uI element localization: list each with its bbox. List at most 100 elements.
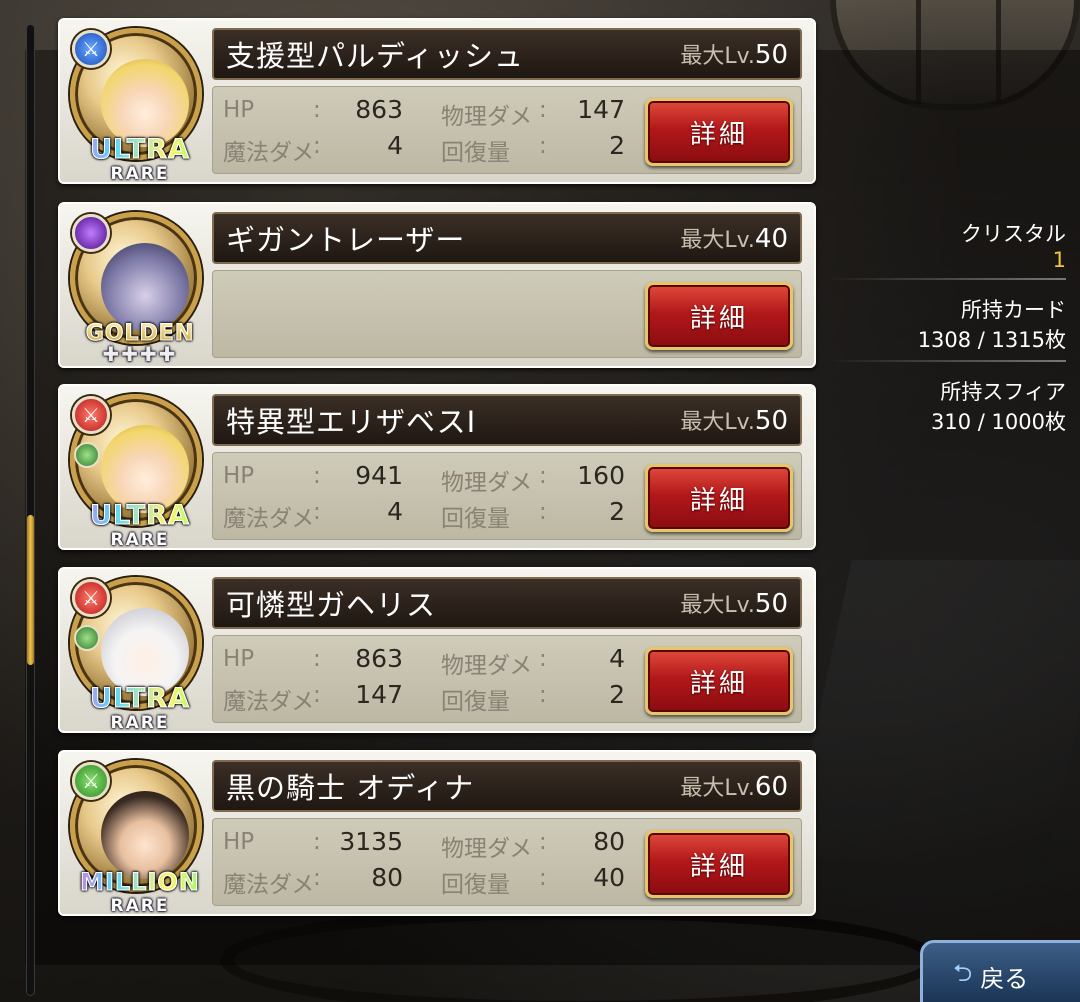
detail-button[interactable]: 詳細 bbox=[645, 647, 793, 715]
scrollbar-thumb[interactable] bbox=[27, 515, 34, 665]
max-level-prefix: 最大Lv. bbox=[680, 593, 755, 618]
card-portrait[interactable]: ⚔ ULTRA RARE bbox=[66, 390, 214, 550]
card-portrait[interactable]: ⚔ MILLION RARE bbox=[66, 756, 214, 916]
attribute-icon: ⚔ bbox=[72, 762, 110, 800]
phys-damage-value: 4 bbox=[609, 644, 625, 673]
back-button[interactable]: ⮌ 戻る bbox=[920, 940, 1080, 1002]
heal-value: 2 bbox=[609, 131, 625, 160]
attribute-orb-icon bbox=[72, 214, 110, 252]
detail-button[interactable]: 詳細 bbox=[645, 98, 793, 166]
skill-type-icon bbox=[74, 442, 100, 468]
magic-damage-label: 魔法ダメ bbox=[223, 140, 315, 166]
magic-damage-value: 4 bbox=[387, 131, 403, 160]
heal-label: 回復量 bbox=[441, 872, 510, 898]
magic-damage-value: 80 bbox=[371, 863, 403, 892]
card-portrait[interactable]: GOLDEN ✚✚✚✚ bbox=[66, 208, 214, 366]
rarity-sub-label: RARE bbox=[110, 164, 170, 184]
max-level-prefix: 最大Lv. bbox=[680, 228, 755, 253]
magic-damage-label: 魔法ダメ bbox=[223, 689, 315, 715]
rarity-badge: ULTRA bbox=[60, 135, 220, 164]
heal-colon: : bbox=[539, 682, 547, 708]
card-portrait[interactable]: ⚔ ULTRA RARE bbox=[66, 24, 214, 184]
card-item: ⚔ MILLION RARE 黒の騎士 オディナ 最大Lv.60 HP : 31… bbox=[58, 750, 816, 916]
skill-type-icon bbox=[74, 625, 100, 651]
hp-colon: : bbox=[313, 97, 321, 123]
rarity-badge: MILLION bbox=[60, 868, 220, 897]
magic-damage-label: 魔法ダメ bbox=[223, 872, 315, 898]
rarity-badge: ULTRA bbox=[60, 501, 220, 530]
magic-colon: : bbox=[313, 865, 321, 891]
attribute-icon: ⚔ bbox=[72, 579, 110, 617]
card-portrait[interactable]: ⚔ ULTRA RARE bbox=[66, 573, 214, 733]
magic-damage-label: 魔法ダメ bbox=[223, 506, 315, 532]
magic-damage-value: 147 bbox=[355, 680, 403, 709]
max-level-prefix: 最大Lv. bbox=[680, 776, 755, 801]
card-name-bar: 支援型パルディッシュ 最大Lv.50 bbox=[212, 28, 802, 80]
hp-colon: : bbox=[313, 829, 321, 855]
magic-colon: : bbox=[313, 682, 321, 708]
rarity-sub-label: RARE bbox=[110, 896, 170, 916]
rarity-sub-label: ✚✚✚✚ bbox=[102, 342, 178, 366]
hp-colon: : bbox=[313, 463, 321, 489]
phys-damage-value: 160 bbox=[577, 461, 625, 490]
heal-label: 回復量 bbox=[441, 140, 510, 166]
phys-colon: : bbox=[539, 646, 547, 672]
heal-colon: : bbox=[539, 865, 547, 891]
scrollbar[interactable] bbox=[26, 24, 35, 996]
hp-label: HP bbox=[223, 646, 255, 672]
card-name: 可憐型ガヘリス bbox=[226, 588, 437, 622]
phys-colon: : bbox=[539, 829, 547, 855]
owned-cards-value: 1308 / 1315枚 bbox=[917, 328, 1066, 352]
phys-damage-value: 80 bbox=[593, 827, 625, 856]
phys-damage-label: 物理ダメ bbox=[441, 836, 533, 862]
phys-damage-label: 物理ダメ bbox=[441, 653, 533, 679]
back-label: 戻る bbox=[980, 964, 1029, 993]
phys-damage-value: 147 bbox=[577, 95, 625, 124]
max-level-value: 50 bbox=[754, 406, 788, 436]
return-arrow-icon: ⮌ bbox=[953, 958, 973, 987]
magic-colon: : bbox=[313, 499, 321, 525]
phys-colon: : bbox=[539, 463, 547, 489]
max-level: 最大Lv.50 bbox=[680, 38, 788, 70]
magic-colon: : bbox=[313, 133, 321, 159]
detail-button[interactable]: 詳細 bbox=[645, 464, 793, 532]
hp-value: 3135 bbox=[339, 827, 403, 856]
card-item: ⚔ ULTRA RARE 特異型エリザベスⅠ 最大Lv.50 HP : 941 … bbox=[58, 384, 816, 550]
character-image bbox=[101, 791, 189, 879]
heal-value: 2 bbox=[609, 680, 625, 709]
hp-label: HP bbox=[223, 463, 255, 489]
max-level-value: 60 bbox=[754, 772, 788, 802]
character-image bbox=[101, 243, 189, 331]
card-name: 支援型パルディッシュ bbox=[226, 39, 524, 73]
max-level-value: 50 bbox=[754, 40, 788, 70]
rarity-sub-label: RARE bbox=[110, 530, 170, 550]
max-level: 最大Lv.60 bbox=[680, 770, 788, 802]
hp-label: HP bbox=[223, 829, 255, 855]
rarity-badge: ULTRA bbox=[60, 684, 220, 713]
owned-spheres-value: 310 / 1000枚 bbox=[931, 410, 1066, 434]
attribute-icon: ⚔ bbox=[72, 30, 110, 68]
max-level: 最大Lv.50 bbox=[680, 587, 788, 619]
card-item: ⚔ ULTRA RARE 可憐型ガヘリス 最大Lv.50 HP : 863 物理… bbox=[58, 567, 816, 733]
hp-value: 941 bbox=[355, 461, 403, 490]
card-name: 黒の騎士 オディナ bbox=[226, 771, 475, 805]
hp-value: 863 bbox=[355, 95, 403, 124]
crystal-value: 1 bbox=[1052, 248, 1066, 272]
detail-button[interactable]: 詳細 bbox=[645, 830, 793, 898]
magic-damage-value: 4 bbox=[387, 497, 403, 526]
owned-spheres-label: 所持スフィア bbox=[940, 380, 1066, 404]
card-name: 特異型エリザベスⅠ bbox=[226, 405, 477, 439]
card-name-bar: 黒の騎士 オディナ 最大Lv.60 bbox=[212, 760, 802, 812]
max-level-prefix: 最大Lv. bbox=[680, 410, 755, 435]
crystal-label: クリスタル bbox=[961, 222, 1066, 246]
card-item: ⚔ ULTRA RARE 支援型パルディッシュ 最大Lv.50 HP : 863… bbox=[58, 18, 816, 184]
heal-label: 回復量 bbox=[441, 689, 510, 715]
phys-colon: : bbox=[539, 97, 547, 123]
max-level-prefix: 最大Lv. bbox=[680, 44, 755, 69]
detail-button[interactable]: 詳細 bbox=[645, 282, 793, 350]
heal-colon: : bbox=[539, 499, 547, 525]
hp-label: HP bbox=[223, 97, 255, 123]
owned-cards-label: 所持カード bbox=[961, 298, 1066, 322]
hp-value: 863 bbox=[355, 644, 403, 673]
card-name-bar: 可憐型ガヘリス 最大Lv.50 bbox=[212, 577, 802, 629]
